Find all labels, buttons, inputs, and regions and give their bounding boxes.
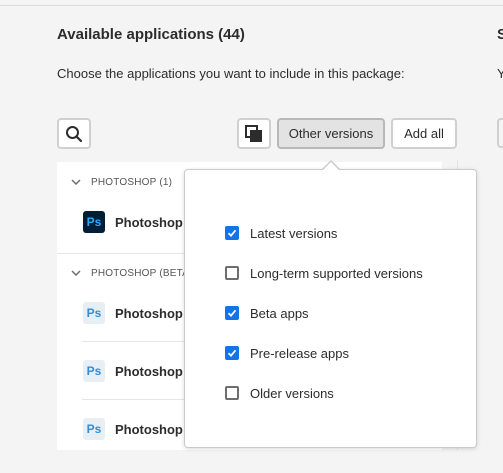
- page-subtitle: Choose the applications you want to incl…: [57, 66, 405, 81]
- option-label: Beta apps: [250, 305, 309, 321]
- photoshop-beta-icon: Ps: [83, 302, 105, 324]
- app-name: Photoshop (: [115, 421, 191, 437]
- checkbox[interactable]: [225, 226, 239, 240]
- option-label: Latest versions: [250, 225, 338, 241]
- checkbox[interactable]: [225, 306, 239, 320]
- page-title: Available applications (44): [57, 26, 245, 43]
- popover-caret-fill: [322, 162, 340, 171]
- toggle-view-button[interactable]: [237, 118, 271, 149]
- other-versions-button[interactable]: Other versions: [277, 118, 385, 149]
- checkmark-icon: [227, 309, 237, 318]
- checkmark-icon: [227, 349, 237, 358]
- photoshop-beta-icon: Ps: [83, 418, 105, 440]
- checkbox[interactable]: [225, 266, 239, 280]
- top-divider: [0, 5, 503, 6]
- option-label: Older versions: [250, 385, 334, 401]
- option-older-versions[interactable]: Older versions: [225, 383, 334, 403]
- stacked-windows-icon: [245, 124, 262, 142]
- app-name: Photoshop: [115, 214, 183, 230]
- app-name: Photoshop (: [115, 363, 191, 379]
- add-all-button[interactable]: Add all: [391, 118, 457, 149]
- option-label: Long-term supported versions: [250, 265, 423, 281]
- right-panel-subtitle: Y: [497, 66, 503, 81]
- checkbox[interactable]: [225, 346, 239, 360]
- search-button[interactable]: [57, 118, 91, 149]
- search-icon: [66, 125, 83, 142]
- photoshop-icon: Ps: [83, 211, 105, 233]
- other-versions-popover: Latest versions Long-term supported vers…: [184, 169, 477, 448]
- option-label: Pre-release apps: [250, 345, 349, 361]
- group-label: PHOTOSHOP (1): [91, 176, 173, 188]
- right-panel-title: S: [497, 26, 503, 43]
- app-name: Photoshop (: [115, 305, 191, 321]
- option-pre-release-apps[interactable]: Pre-release apps: [225, 343, 349, 363]
- chevron-down-icon: [71, 270, 81, 276]
- group-label: PHOTOSHOP (BETA): [91, 267, 193, 279]
- chevron-down-icon: [71, 179, 81, 185]
- photoshop-beta-icon: Ps: [83, 360, 105, 382]
- right-panel-button[interactable]: [497, 118, 503, 148]
- checkmark-icon: [227, 229, 237, 238]
- option-beta-apps[interactable]: Beta apps: [225, 303, 309, 323]
- option-latest-versions[interactable]: Latest versions: [225, 223, 337, 243]
- option-long-term-supported[interactable]: Long-term supported versions: [225, 263, 423, 283]
- checkbox[interactable]: [225, 386, 239, 400]
